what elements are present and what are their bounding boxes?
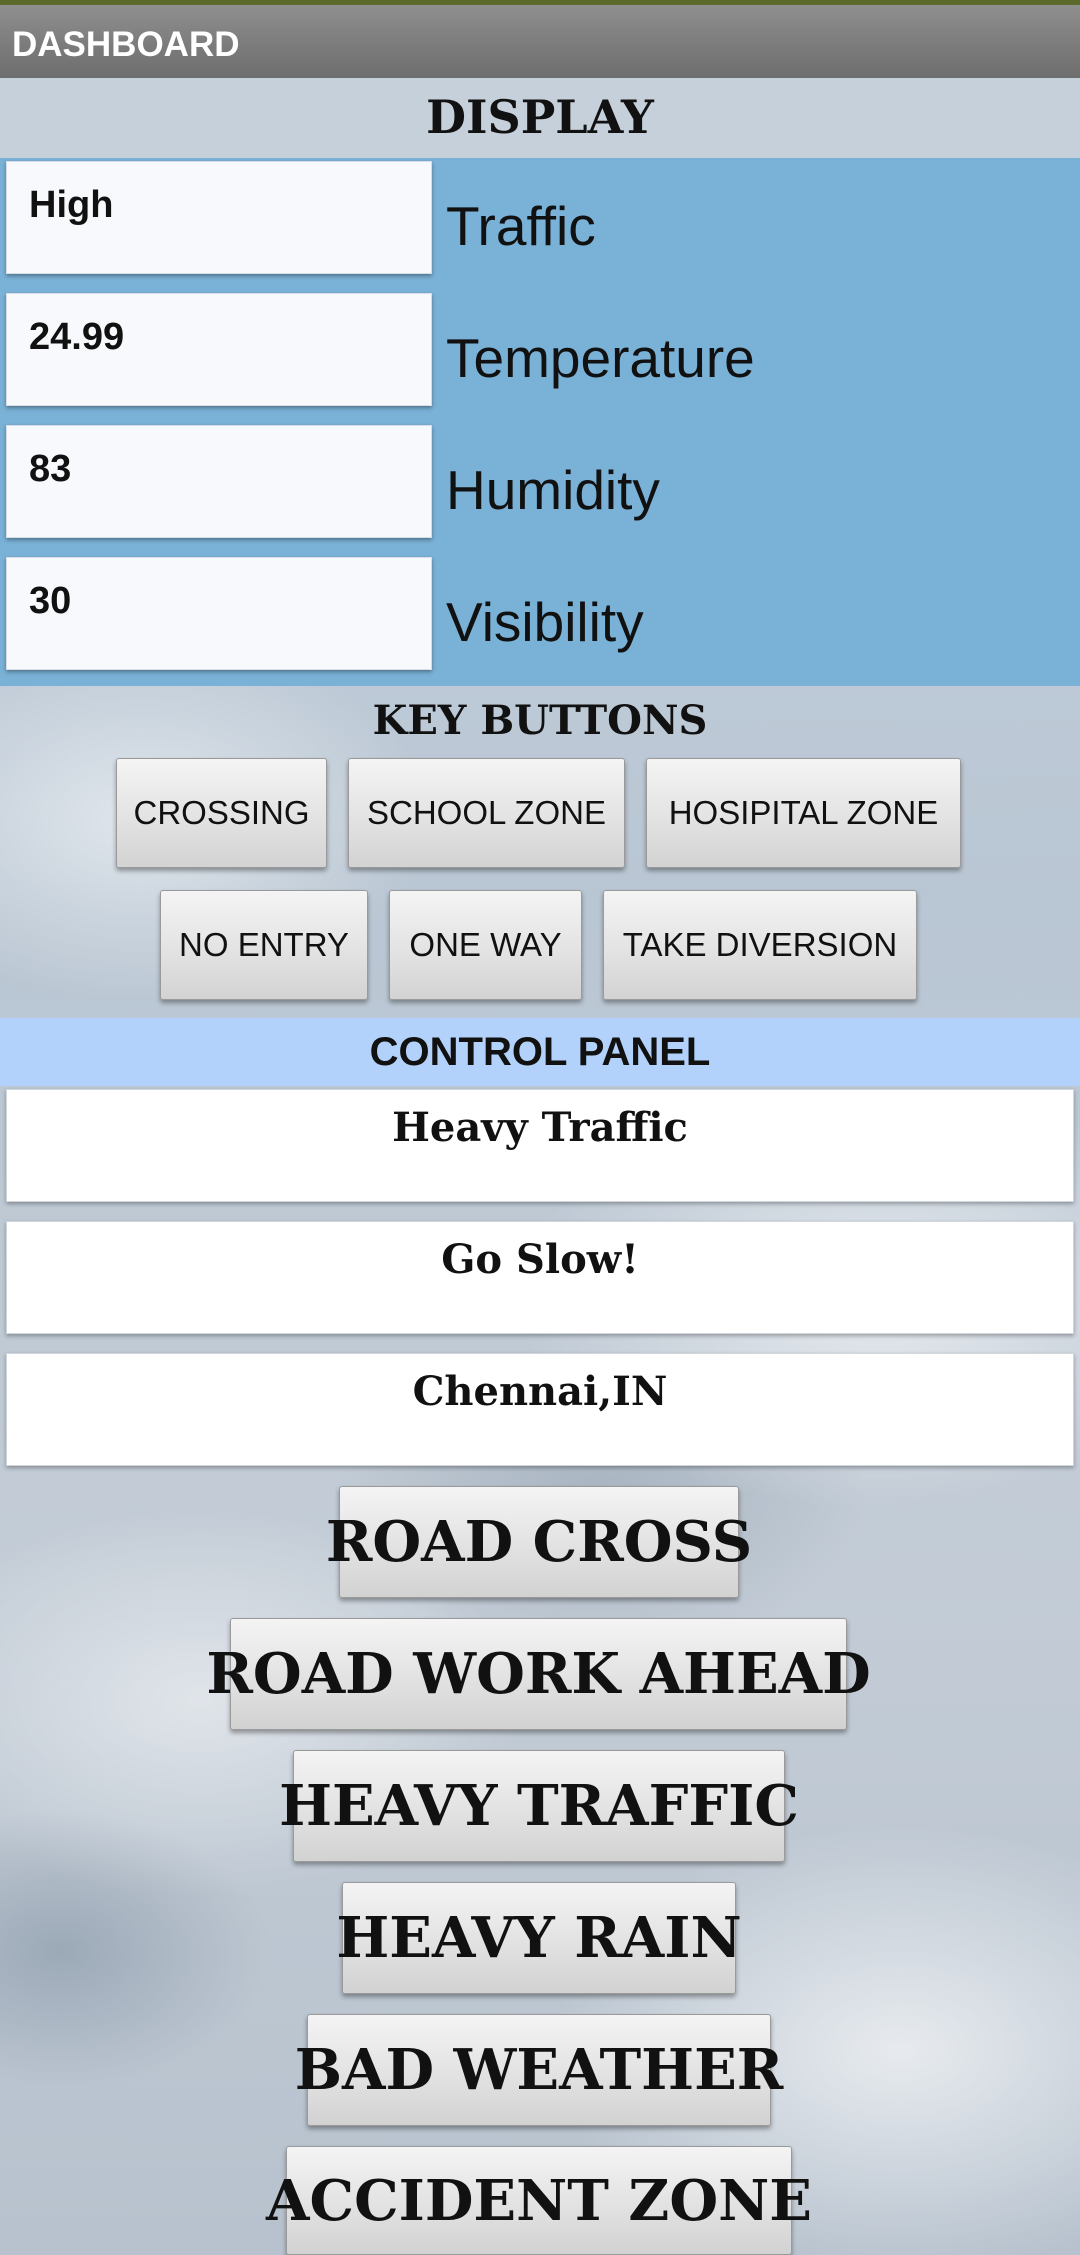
advice-field[interactable]: Go Slow!	[6, 1221, 1074, 1334]
school-zone-button[interactable]: SCHOOL ZONE	[348, 758, 625, 868]
display-panel: High Traffic 24.99 Temperature 83 Humidi…	[0, 158, 1080, 686]
traffic-label: Traffic	[446, 195, 596, 257]
message-field[interactable]: Heavy Traffic	[6, 1089, 1074, 1202]
temperature-value: 24.99	[29, 316, 125, 358]
no-entry-button[interactable]: NO ENTRY	[160, 890, 368, 1000]
hospital-zone-button[interactable]: HOSIPITAL ZONE	[646, 758, 961, 868]
key-buttons-heading: KEY BUTTONS	[372, 697, 708, 744]
take-diversion-button[interactable]: TAKE DIVERSION	[603, 890, 917, 1000]
message-value: Heavy Traffic	[392, 1104, 688, 1151]
app-title: DASHBOARD	[12, 25, 240, 64]
accident-zone-button[interactable]: ACCIDENT ZONE	[266, 2146, 812, 2255]
traffic-value: High	[29, 184, 114, 226]
temperature-label: Temperature	[446, 327, 755, 389]
temperature-value-box: 24.99	[6, 293, 432, 406]
humidity-value: 83	[29, 448, 72, 490]
traffic-value-box: High	[6, 161, 432, 274]
visibility-value: 30	[29, 580, 72, 622]
visibility-label: Visibility	[446, 591, 644, 653]
app-bar: DASHBOARD	[0, 5, 1080, 78]
heavy-rain-button[interactable]: HEAVY RAIN	[336, 1882, 742, 1994]
control-panel-heading: CONTROL PANEL	[369, 1030, 711, 1074]
bad-weather-button[interactable]: BAD WEATHER	[295, 2014, 783, 2126]
crossing-button[interactable]: CROSSING	[116, 758, 327, 868]
humidity-label: Humidity	[446, 459, 660, 521]
road-work-ahead-button[interactable]: ROAD WORK AHEAD	[206, 1618, 871, 1730]
humidity-value-box: 83	[6, 425, 432, 538]
road-cross-button[interactable]: ROAD CROSS	[326, 1486, 752, 1598]
advice-value: Go Slow!	[441, 1236, 639, 1283]
heavy-traffic-button[interactable]: HEAVY TRAFFIC	[279, 1750, 799, 1862]
location-value: Chennai,IN	[412, 1368, 668, 1415]
one-way-button[interactable]: ONE WAY	[389, 890, 582, 1000]
display-heading: DISPLAY	[426, 90, 654, 144]
visibility-value-box: 30	[6, 557, 432, 670]
location-field[interactable]: Chennai,IN	[6, 1353, 1074, 1466]
